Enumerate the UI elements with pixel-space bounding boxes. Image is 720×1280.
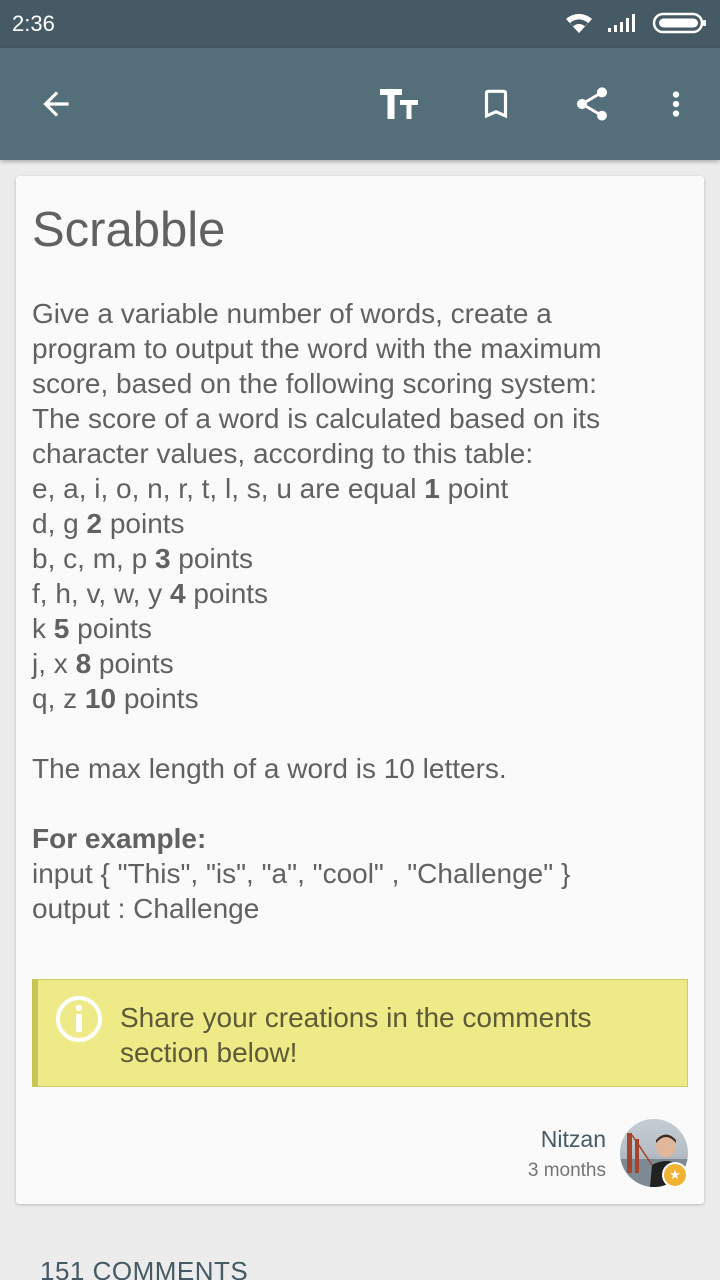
score-row: q, z 10 points <box>32 683 199 714</box>
example-output: output : Challenge <box>32 893 260 924</box>
example-heading: For example: <box>32 823 207 854</box>
score-row: b, c, m, p 3 points <box>32 543 254 574</box>
bookmark-button[interactable] <box>464 72 528 136</box>
body-line: program to output the word with the maxi… <box>32 333 602 364</box>
status-bar: 2:36 <box>0 0 720 48</box>
arrow-left-icon <box>43 91 69 117</box>
more-options-button[interactable] <box>644 72 708 136</box>
score-row: k 5 points <box>32 613 152 644</box>
lesson-card: Scrabble Give a variable number of words… <box>16 176 704 1204</box>
body-line: Give a variable number of words, create … <box>32 298 552 329</box>
more-vert-icon <box>672 91 680 117</box>
body-line: character values, according to this tabl… <box>32 438 534 469</box>
comments-count-label[interactable]: 151 COMMENTS <box>40 1256 248 1280</box>
info-icon <box>56 996 102 1042</box>
wifi-icon <box>564 11 594 40</box>
score-row: d, g 2 points <box>32 508 185 539</box>
bookmark-icon <box>484 89 508 119</box>
app-bar <box>0 48 720 160</box>
max-length-text: The max length of a word is 10 letters. <box>32 753 507 784</box>
body-line: score, based on the following scoring sy… <box>32 368 597 399</box>
body-line: The score of a word is calculated based … <box>32 403 601 434</box>
info-callout: Share your creations in the comments sec… <box>32 979 688 1087</box>
back-button[interactable] <box>24 72 88 136</box>
status-icons <box>550 10 708 40</box>
info-text: Share your creations in the comments sec… <box>120 1002 592 1068</box>
score-row: f, h, v, w, y 4 points <box>32 578 269 609</box>
signal-icon <box>608 12 638 39</box>
battery-icon <box>652 11 708 40</box>
post-time: 3 months <box>527 1160 606 1181</box>
score-row: j, x 8 points <box>32 648 174 679</box>
score-row: e, a, i, o, n, r, t, l, s, u are equal 1… <box>32 473 509 504</box>
author-name[interactable]: Nitzan <box>541 1126 606 1153</box>
status-time: 2:36 <box>12 11 55 36</box>
text-size-icon <box>380 89 418 119</box>
example-input: input { "This", "is", "a", "cool" , "Cha… <box>32 858 571 889</box>
share-button[interactable] <box>560 72 624 136</box>
page-title: Scrabble <box>32 203 226 257</box>
text-size-button[interactable] <box>368 72 432 136</box>
star-badge-icon: ★ <box>662 1162 688 1188</box>
article-body: Give a variable number of words, create … <box>32 296 682 926</box>
share-icon <box>577 87 607 121</box>
